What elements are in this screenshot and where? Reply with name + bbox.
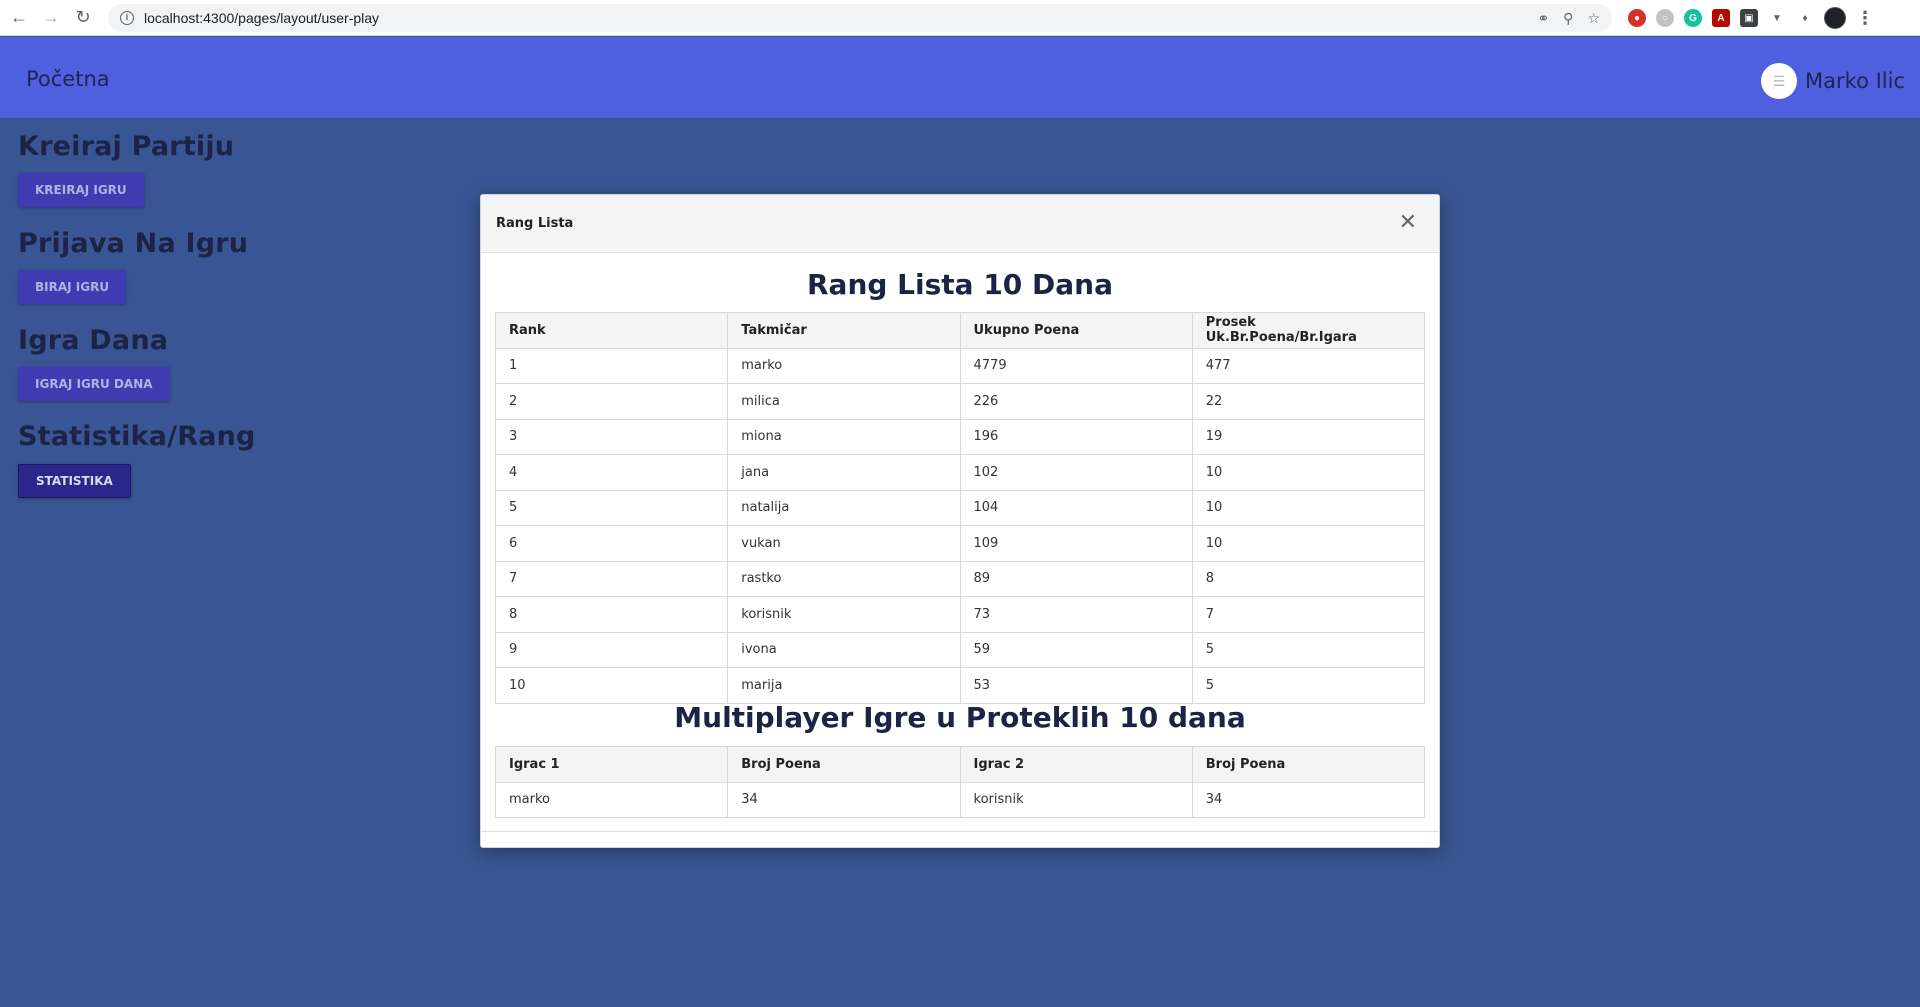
table-cell: 477	[1191, 347, 1426, 384]
table-cell: 10	[1191, 454, 1426, 491]
column-header-competitor: Takmičar	[727, 312, 961, 349]
modal-header: Rang Lista ✕	[481, 195, 1439, 253]
table-row: marko 34 korisnik 34	[494, 781, 1426, 818]
back-arrow-icon[interactable]: ←	[6, 5, 32, 31]
table-row: 4 jana 102 10	[494, 454, 1426, 491]
rank-table-header-row: Rank Takmičar Ukupno Poena Prosek Uk.Br.…	[494, 312, 1426, 349]
column-header-average: Prosek Uk.Br.Poena/Br.Igara	[1191, 312, 1426, 349]
site-info-icon[interactable]: i	[120, 11, 134, 25]
bookmark-star-icon[interactable]: ☆	[1587, 10, 1600, 27]
table-cell: 10	[1191, 525, 1426, 562]
multiplayer-heading: Multiplayer Igre u Proteklih 10 dana	[674, 701, 1246, 734]
table-cell: 8	[494, 596, 729, 633]
table-cell: natalija	[727, 489, 961, 526]
table-cell: miona	[727, 418, 961, 455]
table-cell: 2	[494, 383, 729, 420]
table-cell: 89	[959, 560, 1193, 597]
table-cell: 73	[959, 596, 1193, 633]
table-cell: 8	[1191, 560, 1426, 597]
table-cell: 5	[494, 489, 729, 526]
table-row: 1 marko 4779 477	[494, 347, 1426, 384]
column-header-player-2: Igrac 2	[959, 746, 1193, 783]
table-cell: ivona	[727, 631, 961, 668]
menu-dots-icon[interactable]: ⋮	[1856, 8, 1874, 29]
table-cell: milica	[727, 383, 961, 420]
close-icon[interactable]: ✕	[1399, 211, 1417, 233]
reload-icon[interactable]: ↻	[70, 5, 96, 31]
rank-table: Rank Takmičar Ukupno Poena Prosek Uk.Br.…	[494, 312, 1426, 704]
user-name[interactable]: Marko Ilic	[1805, 69, 1905, 93]
table-cell: 3	[494, 418, 729, 455]
column-header-player-1: Igrac 1	[494, 746, 729, 783]
ranking-modal: Rang Lista ✕ Rang Lista 10 Dana Rank Tak…	[480, 194, 1440, 848]
adblock-extension-icon[interactable]: ●	[1628, 9, 1646, 27]
table-cell: 4779	[959, 347, 1193, 384]
modal-footer-divider	[481, 831, 1439, 832]
zoom-icon[interactable]: ⚲	[1563, 10, 1573, 27]
table-cell: 196	[959, 418, 1193, 455]
multiplayer-table-header-row: Igrac 1 Broj Poena Igrac 2 Broj Poena	[494, 746, 1426, 783]
table-cell: vukan	[727, 525, 961, 562]
compass-extension-icon[interactable]: ○	[1656, 9, 1674, 27]
extensions-area: ● ○ G A ▣ ▼ ♦ ⋮	[1628, 4, 1874, 32]
table-row: 10 marija 53 5	[494, 667, 1426, 704]
table-cell: 6	[494, 525, 729, 562]
table-row: 2 milica 226 22	[494, 383, 1426, 420]
table-cell: 7	[1191, 596, 1426, 633]
table-cell: 109	[959, 525, 1193, 562]
table-cell: marko	[494, 781, 729, 818]
rank-list-heading: Rang Lista 10 Dana	[807, 268, 1113, 301]
app-header: Početna ☰ Marko Ilic	[0, 37, 1920, 118]
table-cell: 19	[1191, 418, 1426, 455]
multiplayer-table: Igrac 1 Broj Poena Igrac 2 Broj Poena ma…	[494, 746, 1426, 818]
table-cell: 4	[494, 454, 729, 491]
table-cell: 226	[959, 383, 1193, 420]
window-extension-icon[interactable]: ▣	[1740, 9, 1758, 27]
table-cell: marija	[727, 667, 961, 704]
profile-avatar-icon[interactable]	[1824, 7, 1846, 29]
pdf-extension-icon[interactable]: A	[1712, 9, 1730, 27]
table-row: 8 korisnik 73 7	[494, 596, 1426, 633]
table-cell: 5	[1191, 631, 1426, 668]
home-link[interactable]: Početna	[26, 67, 110, 91]
grammarly-extension-icon[interactable]: G	[1684, 9, 1702, 27]
table-cell: 104	[959, 489, 1193, 526]
forward-arrow-icon[interactable]: →	[38, 5, 64, 31]
column-header-points-1: Broj Poena	[727, 746, 961, 783]
key-icon[interactable]: ⚭	[1537, 10, 1549, 27]
table-row: 3 miona 196 19	[494, 418, 1426, 455]
table-cell: 59	[959, 631, 1193, 668]
modal-title: Rang Lista	[496, 216, 574, 231]
table-cell: 34	[727, 781, 961, 818]
table-cell: marko	[727, 347, 961, 384]
table-cell: 7	[494, 560, 729, 597]
table-cell: 22	[1191, 383, 1426, 420]
table-cell: 10	[494, 667, 729, 704]
table-cell: 5	[1191, 667, 1426, 704]
table-cell: 9	[494, 631, 729, 668]
url-text[interactable]: localhost:4300/pages/layout/user-play	[144, 10, 379, 26]
table-cell: 1	[494, 347, 729, 384]
table-cell: jana	[727, 454, 961, 491]
table-cell: 102	[959, 454, 1193, 491]
table-cell: 10	[1191, 489, 1426, 526]
table-cell: rastko	[727, 560, 961, 597]
table-row: 9 ivona 59 5	[494, 631, 1426, 668]
puzzle-extensions-icon[interactable]: ♦	[1796, 9, 1814, 27]
table-row: 5 natalija 104 10	[494, 489, 1426, 526]
table-cell: 53	[959, 667, 1193, 704]
browser-toolbar: ← → ↻ i localhost:4300/pages/layout/user…	[0, 0, 1920, 36]
table-cell: korisnik	[727, 596, 961, 633]
table-row: 7 rastko 89 8	[494, 560, 1426, 597]
column-header-rank: Rank	[494, 312, 729, 349]
filter-extension-icon[interactable]: ▼	[1768, 9, 1786, 27]
user-avatar-icon[interactable]: ☰	[1761, 63, 1798, 99]
table-row: 6 vukan 109 10	[494, 525, 1426, 562]
user-menu[interactable]: ☰ Marko Ilic	[1761, 63, 1905, 99]
table-cell: 34	[1191, 781, 1426, 818]
column-header-points-2: Broj Poena	[1191, 746, 1426, 783]
column-header-total-points: Ukupno Poena	[959, 312, 1193, 349]
table-cell: korisnik	[959, 781, 1193, 818]
address-bar[interactable]: i localhost:4300/pages/layout/user-play …	[108, 4, 1612, 32]
